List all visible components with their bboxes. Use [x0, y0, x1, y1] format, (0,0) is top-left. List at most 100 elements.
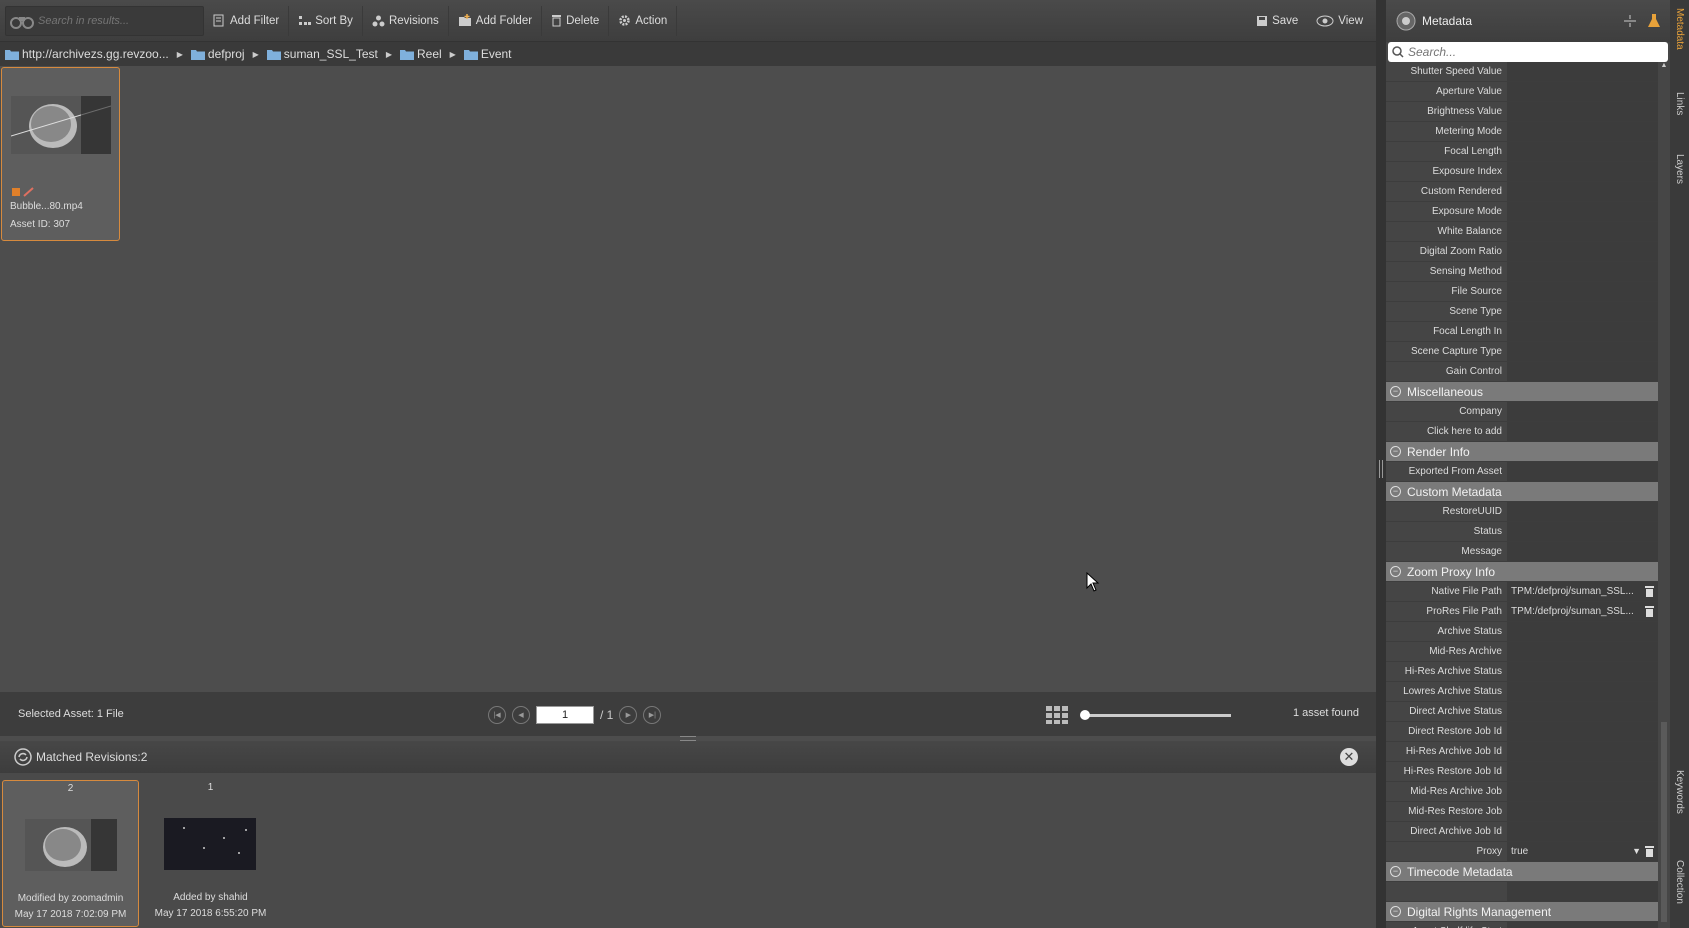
tab-metadata[interactable]: Metadata [1670, 8, 1689, 50]
metadata-scrollbar[interactable]: ▲ [1658, 62, 1670, 928]
breadcrumb-item[interactable]: http://archivezs.gg.revzoo... [5, 47, 169, 61]
asset-card[interactable]: Bubble...80.mp4 Asset ID: 307 [1, 67, 120, 241]
scrollbar-thumb[interactable] [1661, 722, 1667, 922]
tab-links[interactable]: Links [1670, 92, 1689, 115]
slider-handle[interactable] [1080, 710, 1090, 720]
add-filter-button[interactable]: Add Filter [204, 5, 290, 36]
metadata-value[interactable] [1507, 322, 1658, 341]
view-button[interactable]: View [1307, 6, 1372, 36]
next-page-button[interactable]: ▶ [619, 706, 638, 724]
metadata-value[interactable] [1507, 682, 1658, 701]
collapse-icon[interactable] [1624, 15, 1636, 27]
metadata-value[interactable] [1507, 502, 1658, 521]
metadata-value[interactable] [1507, 782, 1658, 801]
first-page-button[interactable]: |◀ [488, 706, 506, 724]
close-revisions-button[interactable]: ✕ [1340, 748, 1358, 766]
metadata-value[interactable] [1507, 122, 1658, 141]
metadata-section-header[interactable]: − Custom Metadata [1386, 482, 1658, 502]
sort-by-button[interactable]: Sort By [289, 5, 363, 36]
save-button[interactable]: Save [1247, 6, 1307, 36]
metadata-value[interactable] [1507, 222, 1658, 241]
metadata-search[interactable] [1388, 42, 1668, 62]
delete-button[interactable]: Delete [542, 5, 610, 36]
metadata-value[interactable] [1507, 242, 1658, 261]
metadata-value[interactable] [1507, 102, 1658, 121]
collapse-section-icon[interactable]: − [1390, 566, 1401, 577]
trash-icon[interactable] [1645, 606, 1654, 617]
metadata-value[interactable] [1507, 542, 1658, 561]
last-page-button[interactable]: ▶| [643, 706, 662, 724]
trash-icon[interactable] [1645, 586, 1654, 597]
metadata-section-header[interactable]: − Timecode Metadata [1386, 862, 1658, 882]
metadata-value[interactable] [1507, 142, 1658, 161]
metadata-section-header[interactable]: − Miscellaneous [1386, 382, 1658, 402]
metadata-value[interactable] [1507, 722, 1658, 741]
metadata-value[interactable]: TPM:/defproj/suman_SSL... [1507, 602, 1658, 621]
collapse-section-icon[interactable]: − [1390, 446, 1401, 457]
collapse-section-icon[interactable]: − [1390, 486, 1401, 497]
metadata-row: Archive Status [1386, 622, 1658, 642]
metadata-value[interactable] [1507, 422, 1658, 441]
thumbnail-size-slider[interactable] [1080, 710, 1231, 720]
collapse-section-icon[interactable]: − [1390, 866, 1401, 877]
metadata-value[interactable] [1507, 162, 1658, 181]
metadata-value[interactable] [1507, 62, 1658, 81]
metadata-label: Native File Path [1386, 582, 1507, 601]
breadcrumb-item[interactable]: Reel [399, 47, 442, 61]
tab-collection[interactable]: Collection [1670, 860, 1689, 904]
metadata-value[interactable] [1507, 362, 1658, 381]
revisions-header: Matched Revisions:2 ✕ [0, 741, 1376, 773]
metadata-row: Focal Length [1386, 142, 1658, 162]
metadata-value[interactable] [1507, 702, 1658, 721]
metadata-section-header[interactable]: − Render Info [1386, 442, 1658, 462]
metadata-label: Sensing Method [1386, 262, 1507, 281]
prev-page-button[interactable]: ◀ [512, 706, 530, 724]
metadata-value[interactable] [1507, 262, 1658, 281]
metadata-value[interactable] [1507, 282, 1658, 301]
metadata-value[interactable] [1507, 402, 1658, 421]
collapse-section-icon[interactable]: − [1390, 386, 1401, 397]
tab-layers[interactable]: Layers [1670, 154, 1689, 184]
metadata-label: Hi-Res Archive Job Id [1386, 742, 1507, 761]
metadata-value[interactable] [1507, 822, 1658, 841]
metadata-value[interactable]: true ▼ [1507, 842, 1658, 861]
search-box[interactable] [5, 5, 204, 36]
metadata-value[interactable]: TPM:/defproj/suman_SSL... [1507, 582, 1658, 601]
breadcrumb-item[interactable]: defproj [190, 47, 245, 61]
dropdown-arrow-icon[interactable]: ▼ [1632, 842, 1641, 861]
metadata-value[interactable] [1507, 522, 1658, 541]
metadata-value[interactable] [1507, 662, 1658, 681]
breadcrumb-item[interactable]: suman_SSL_Test [266, 47, 378, 61]
action-button[interactable]: Action [609, 5, 678, 36]
metadata-section-header[interactable]: − Zoom Proxy Info [1386, 562, 1658, 582]
flask-icon[interactable] [1648, 14, 1660, 28]
revision-item[interactable]: 2 Modified by zoomadmin May 17 2018 7:02… [2, 780, 139, 927]
revisions-button[interactable]: Revisions [363, 5, 449, 36]
tab-keywords[interactable]: Keywords [1670, 770, 1689, 814]
metadata-value[interactable] [1507, 82, 1658, 101]
metadata-value[interactable] [1507, 742, 1658, 761]
page-input[interactable] [536, 706, 594, 724]
metadata-value[interactable] [1507, 622, 1658, 641]
metadata-value[interactable] [1507, 802, 1658, 821]
metadata-value[interactable] [1507, 642, 1658, 661]
metadata-value[interactable] [1507, 182, 1658, 201]
metadata-value[interactable] [1507, 342, 1658, 361]
metadata-section-header[interactable]: − Digital Rights Management [1386, 902, 1658, 922]
metadata-value[interactable] [1507, 762, 1658, 781]
trash-icon[interactable] [1645, 846, 1654, 857]
revisions-title: Matched Revisions:2 [36, 750, 148, 764]
metadata-value[interactable] [1507, 302, 1658, 321]
add-folder-button[interactable]: Add Folder [449, 5, 543, 36]
revision-item[interactable]: 1 Added by shahid May 17 2018 6:55:20 PM [142, 780, 279, 927]
metadata-value[interactable] [1507, 922, 1658, 928]
collapse-section-icon[interactable]: − [1390, 906, 1401, 917]
breadcrumb-item[interactable]: Event [463, 47, 512, 61]
metadata-value[interactable] [1507, 882, 1658, 901]
grid-view-icon[interactable] [1046, 706, 1068, 724]
metadata-value[interactable] [1507, 462, 1658, 481]
metadata-value[interactable] [1507, 202, 1658, 221]
search-input[interactable] [38, 14, 188, 27]
metadata-search-input[interactable] [1408, 45, 1648, 59]
panel-splitter[interactable] [1376, 0, 1386, 928]
